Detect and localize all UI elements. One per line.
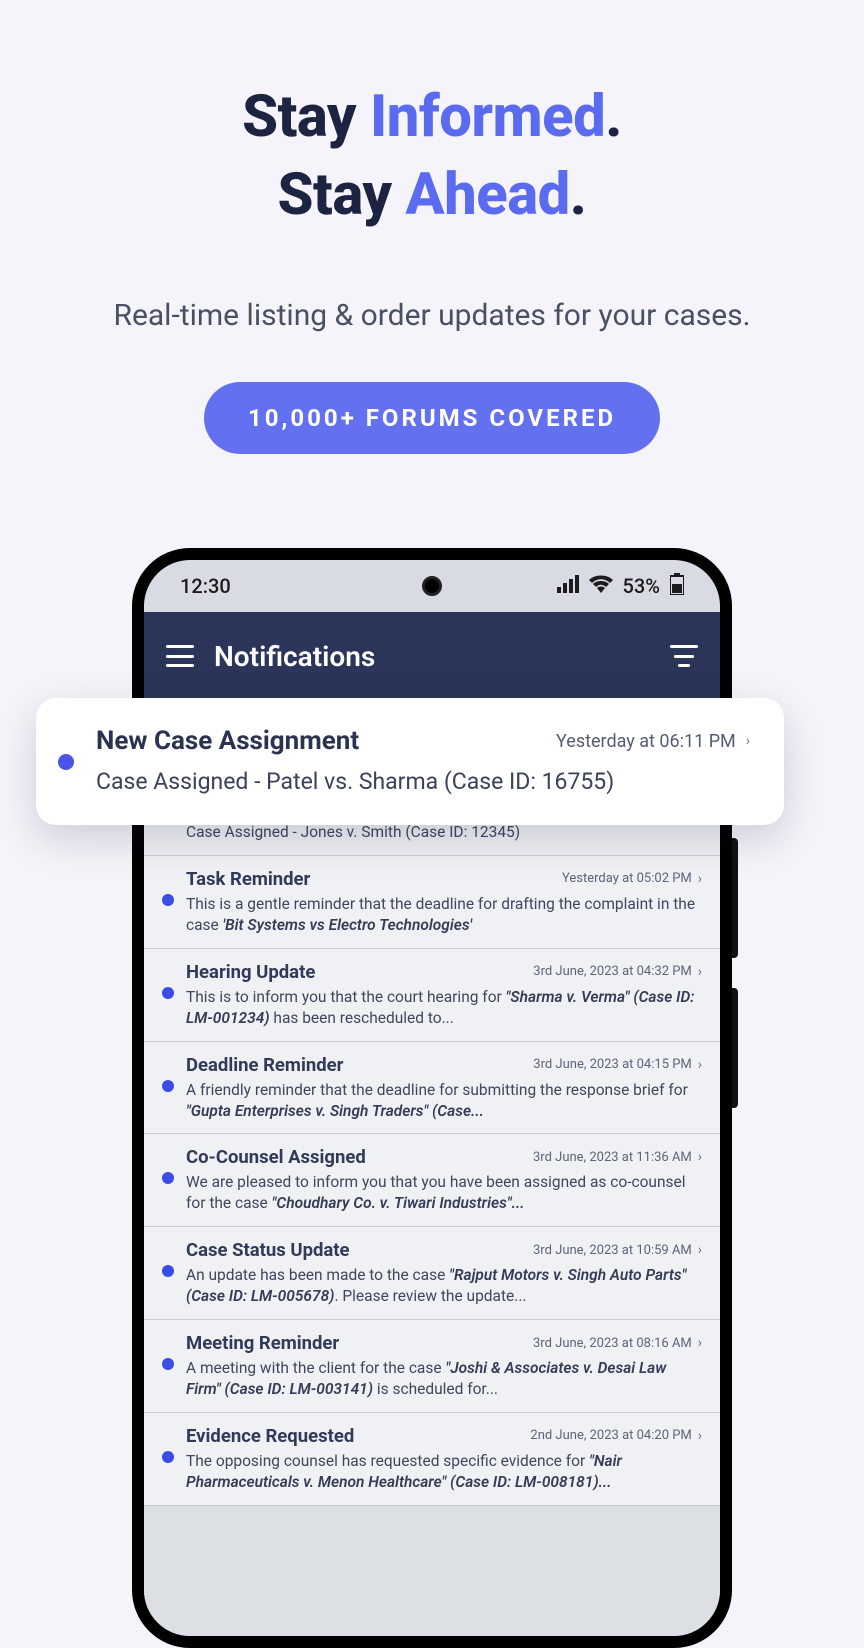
notification-time: 3rd June, 2023 at 04:15 PM› <box>533 1057 702 1073</box>
chevron-right-icon: › <box>698 1149 702 1165</box>
notification-title: Deadline Reminder <box>186 1054 343 1076</box>
signal-icon <box>557 574 579 598</box>
notification-title: Task Reminder <box>186 868 310 890</box>
unread-dot <box>58 754 74 770</box>
notification-title: Meeting Reminder <box>186 1332 339 1354</box>
notification-time: 2nd June, 2023 at 04:20 PM› <box>530 1428 702 1444</box>
battery-pct: 53% <box>623 574 660 598</box>
notification-item[interactable]: Co-Counsel Assigned 3rd June, 2023 at 11… <box>144 1134 720 1227</box>
notification-time: 3rd June, 2023 at 10:59 AM› <box>533 1242 702 1258</box>
menu-icon[interactable] <box>166 645 194 667</box>
app-header: Notifications <box>144 612 720 700</box>
notification-time: Yesterday at 06:11 PM › <box>556 731 750 752</box>
notification-item[interactable]: Case Status Update 3rd June, 2023 at 10:… <box>144 1227 720 1320</box>
notification-title: New Case Assignment <box>96 726 359 756</box>
unread-dot <box>162 894 174 906</box>
wifi-icon <box>589 574 613 598</box>
notification-list[interactable]: Case Assigned - Jones v. Smith (Case ID:… <box>144 700 720 1636</box>
chevron-right-icon: › <box>698 1428 702 1444</box>
chevron-right-icon: › <box>698 1057 702 1073</box>
unread-dot <box>162 1358 174 1370</box>
notification-item[interactable]: Task Reminder Yesterday at 05:02 PM› Thi… <box>144 856 720 949</box>
chevron-right-icon: › <box>746 733 750 749</box>
camera-dot <box>422 576 442 596</box>
notification-time: 3rd June, 2023 at 11:36 AM› <box>533 1149 702 1165</box>
chevron-right-icon: › <box>698 1242 702 1258</box>
notification-title: Evidence Requested <box>186 1425 354 1447</box>
notification-item[interactable]: Deadline Reminder 3rd June, 2023 at 04:1… <box>144 1042 720 1135</box>
notification-body: A meeting with the client for the case "… <box>186 1358 702 1400</box>
notification-body: This is to inform you that the court hea… <box>186 987 702 1029</box>
notification-time: Yesterday at 05:02 PM› <box>562 871 702 887</box>
forums-badge: 10,000+ FORUMS COVERED <box>204 382 660 454</box>
notification-title: Hearing Update <box>186 961 315 983</box>
unread-dot <box>162 1172 174 1184</box>
unread-dot <box>162 987 174 999</box>
notification-body: Case Assigned - Patel vs. Sharma (Case I… <box>96 768 750 795</box>
notification-time: 3rd June, 2023 at 04:32 PM› <box>533 964 702 980</box>
notification-title: Case Status Update <box>186 1239 350 1261</box>
hero-subtitle: Real-time listing & order updates for yo… <box>0 291 864 341</box>
notification-body: The opposing counsel has requested speci… <box>186 1451 702 1493</box>
notification-title: Co-Counsel Assigned <box>186 1146 366 1168</box>
notification-body: Case Assigned - Jones v. Smith (Case ID:… <box>186 822 702 843</box>
unread-dot <box>162 1080 174 1092</box>
app-header-title: Notifications <box>214 640 650 673</box>
battery-icon <box>670 573 684 600</box>
notification-body: We are pleased to inform you that you ha… <box>186 1172 702 1214</box>
notification-item[interactable]: Meeting Reminder 3rd June, 2023 at 08:16… <box>144 1320 720 1413</box>
hero-title: Stay Informed. Stay Ahead. <box>0 78 864 235</box>
unread-dot <box>162 1451 174 1463</box>
notification-item[interactable]: Hearing Update 3rd June, 2023 at 04:32 P… <box>144 949 720 1042</box>
notification-body: An update has been made to the case "Raj… <box>186 1265 702 1307</box>
hero: Stay Informed. Stay Ahead. Real-time lis… <box>0 0 864 454</box>
notification-body: This is a gentle reminder that the deadl… <box>186 894 702 936</box>
chevron-right-icon: › <box>698 871 702 887</box>
status-time: 12:30 <box>180 574 231 598</box>
highlight-notification[interactable]: New Case Assignment Yesterday at 06:11 P… <box>36 698 784 825</box>
notification-time: 3rd June, 2023 at 08:16 AM› <box>533 1335 702 1351</box>
chevron-right-icon: › <box>698 1335 702 1351</box>
unread-dot <box>162 1265 174 1277</box>
notification-body: A friendly reminder that the deadline fo… <box>186 1080 702 1122</box>
chevron-right-icon: › <box>698 964 702 980</box>
notification-item[interactable]: Evidence Requested 2nd June, 2023 at 04:… <box>144 1413 720 1506</box>
filter-icon[interactable] <box>670 645 698 667</box>
